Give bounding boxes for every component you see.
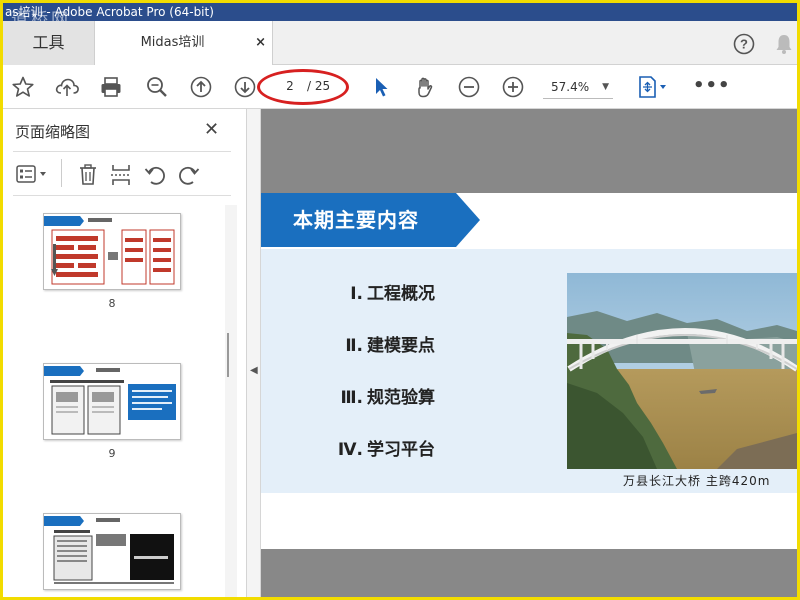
rotate-right-icon[interactable]: [177, 163, 201, 191]
toc-item: Ⅳ. 学习平台: [329, 435, 435, 460]
select-cursor-icon[interactable]: [367, 73, 395, 101]
toc-item: Ⅲ. 规范验算: [329, 383, 435, 408]
acrobat-window: as培训 - Adobe Acrobat Pro (64-bit) 道桥网 工具…: [3, 3, 797, 597]
svg-text:?: ?: [740, 37, 748, 52]
toc-number: Ⅰ.: [350, 284, 363, 304]
insert-pages-icon[interactable]: [109, 163, 133, 191]
chevron-down-icon: ▼: [602, 82, 609, 92]
previous-page-icon[interactable]: [187, 73, 215, 101]
document-tab-label: Midas培训: [140, 35, 205, 50]
panel-close-button[interactable]: ✕: [204, 119, 219, 140]
document-view: 本期主要内容 Ⅰ. 工程概况 Ⅱ. 建模要点 Ⅲ. 规范验算 Ⅳ. 学习平台 万…: [261, 109, 797, 597]
thumbnail-scroll-thumb[interactable]: [227, 333, 229, 377]
panel-title: 页面缩略图: [15, 123, 91, 141]
zoom-level-dropdown[interactable]: 57.4% ▼: [543, 75, 613, 99]
next-page-icon[interactable]: [231, 73, 259, 101]
notification-bell-icon[interactable]: [775, 33, 793, 59]
thumbnail-page-number: 9: [108, 447, 116, 460]
page-thumbnails-panel: 页面缩略图 ✕ 8 9: [3, 109, 247, 597]
more-options-icon[interactable]: •••: [693, 75, 731, 96]
thumbnail-options-icon[interactable]: [15, 163, 53, 189]
page-number-field[interactable]: 2 / 25: [265, 74, 345, 100]
title-bar: as培训 - Adobe Acrobat Pro (64-bit): [3, 3, 797, 21]
zoom-search-icon[interactable]: [143, 73, 171, 101]
zoom-in-icon[interactable]: [499, 73, 527, 101]
panel-divider: [13, 195, 231, 196]
hand-tool-icon[interactable]: [411, 73, 439, 101]
toc-text: 工程概况: [367, 284, 435, 304]
panel-splitter[interactable]: ◀: [247, 109, 261, 597]
fit-page-icon[interactable]: [635, 73, 671, 101]
help-icon[interactable]: ?: [733, 33, 755, 59]
collapse-panel-icon[interactable]: ◀: [250, 365, 258, 376]
thumbnail-list: 8 9: [3, 197, 239, 597]
toc-item: Ⅱ. 建模要点: [329, 331, 435, 356]
toc-number: Ⅲ.: [340, 388, 363, 408]
tab-bar: 工具 Midas培训 × ?: [3, 21, 797, 66]
panel-divider: [13, 151, 231, 152]
toc-number: Ⅳ.: [337, 440, 363, 460]
tab-tools[interactable]: 工具: [3, 21, 95, 65]
current-page-input[interactable]: 2: [277, 79, 303, 93]
zoom-level-value: 57.4%: [551, 80, 590, 94]
tab-close-button[interactable]: ×: [255, 21, 266, 65]
rotate-left-icon[interactable]: [143, 163, 167, 191]
main-toolbar: 2 / 25 57.4% ▼ •••: [3, 65, 797, 109]
toc-text: 建模要点: [367, 336, 435, 356]
total-pages-label: / 25: [307, 79, 331, 93]
toc-text: 学习平台: [367, 440, 435, 460]
page-thumbnail[interactable]: [43, 513, 181, 590]
thumbnail-page-number: 8: [108, 297, 116, 310]
zoom-out-icon[interactable]: [455, 73, 483, 101]
photo-caption: 万县长江大桥 主跨420m: [623, 474, 771, 488]
cloud-upload-icon[interactable]: [53, 73, 81, 101]
bookmark-star-icon[interactable]: [9, 73, 37, 101]
slide-page: 本期主要内容 Ⅰ. 工程概况 Ⅱ. 建模要点 Ⅲ. 规范验算 Ⅳ. 学习平台 万…: [261, 193, 797, 549]
toc-item: Ⅰ. 工程概况: [329, 279, 435, 304]
toolbar-separator: [61, 159, 62, 187]
page-thumbnail[interactable]: [43, 363, 181, 440]
toc-text: 规范验算: [367, 388, 435, 408]
print-icon[interactable]: [97, 73, 125, 101]
tab-document[interactable]: Midas培训 ×: [95, 21, 273, 66]
page-thumbnail[interactable]: [43, 213, 181, 290]
delete-trash-icon[interactable]: [77, 163, 99, 191]
slide-title: 本期主要内容: [293, 208, 419, 232]
bridge-photo: [567, 273, 797, 469]
toc-number: Ⅱ.: [345, 336, 363, 356]
window-title: as培训 - Adobe Acrobat Pro (64-bit): [5, 5, 214, 19]
